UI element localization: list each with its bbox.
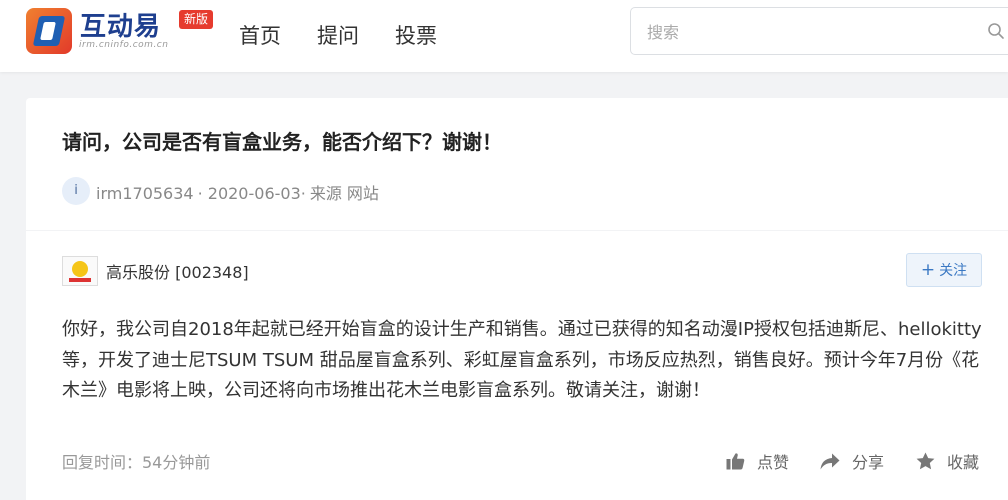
- question-title: 请问，公司是否有盲盒业务，能否介绍下？谢谢！: [62, 130, 502, 154]
- share-arrow-icon: [820, 453, 840, 469]
- collect-label: 收藏: [947, 453, 980, 472]
- nav-vote[interactable]: 投票: [395, 20, 437, 50]
- answer-card: 高乐股份 [002348] + 关注 你好，我公司自2018年起就已经开始盲盒的设…: [26, 231, 1008, 500]
- question-source: 来源 网站: [309, 184, 379, 203]
- question-user[interactable]: irm1705634: [96, 184, 194, 203]
- new-version-badge: 新版: [179, 10, 214, 29]
- question-meta: irm1705634 · 2020-06-03· 来源 网站: [96, 180, 383, 204]
- star-icon: [916, 452, 935, 470]
- follow-label: 关注: [939, 263, 968, 279]
- thumbs-up-icon: [726, 453, 745, 470]
- search-icon[interactable]: [987, 22, 1005, 44]
- follow-button[interactable]: + 关注: [906, 253, 982, 287]
- plus-icon: +: [920, 260, 936, 280]
- like-button[interactable]: 点赞: [726, 449, 789, 473]
- question-card: 请问，公司是否有盲盒业务，能否介绍下？谢谢！ i irm1705634 · 202…: [26, 98, 1008, 230]
- site-logo-text[interactable]: 互动易: [80, 6, 161, 43]
- nav-ask[interactable]: 提问: [317, 20, 359, 50]
- company-name[interactable]: 高乐股份 [002348]: [106, 259, 249, 283]
- search-input[interactable]: [647, 20, 947, 44]
- reply-time: 回复时间：54分钟前: [62, 453, 211, 472]
- question-date: · 2020-06-03·: [197, 184, 306, 203]
- top-header: 互动易 irm.cninfo.com.cn 新版 首页 提问 投票: [0, 0, 1008, 72]
- like-label: 点赞: [757, 453, 790, 472]
- company-logo-icon[interactable]: [62, 256, 98, 286]
- share-button[interactable]: 分享: [820, 449, 884, 473]
- search-box[interactable]: [630, 7, 1008, 55]
- nav-home[interactable]: 首页: [239, 20, 281, 50]
- site-logo-icon[interactable]: [26, 8, 72, 54]
- answer-text: 你好，我公司自2018年起就已经开始盲盒的设计生产和销售。通过已获得的知名动漫I…: [62, 319, 982, 401]
- collect-button[interactable]: 收藏: [916, 449, 979, 473]
- user-avatar[interactable]: i: [62, 177, 90, 205]
- site-logo-subtitle: irm.cninfo.com.cn: [79, 40, 169, 50]
- share-label: 分享: [852, 453, 885, 472]
